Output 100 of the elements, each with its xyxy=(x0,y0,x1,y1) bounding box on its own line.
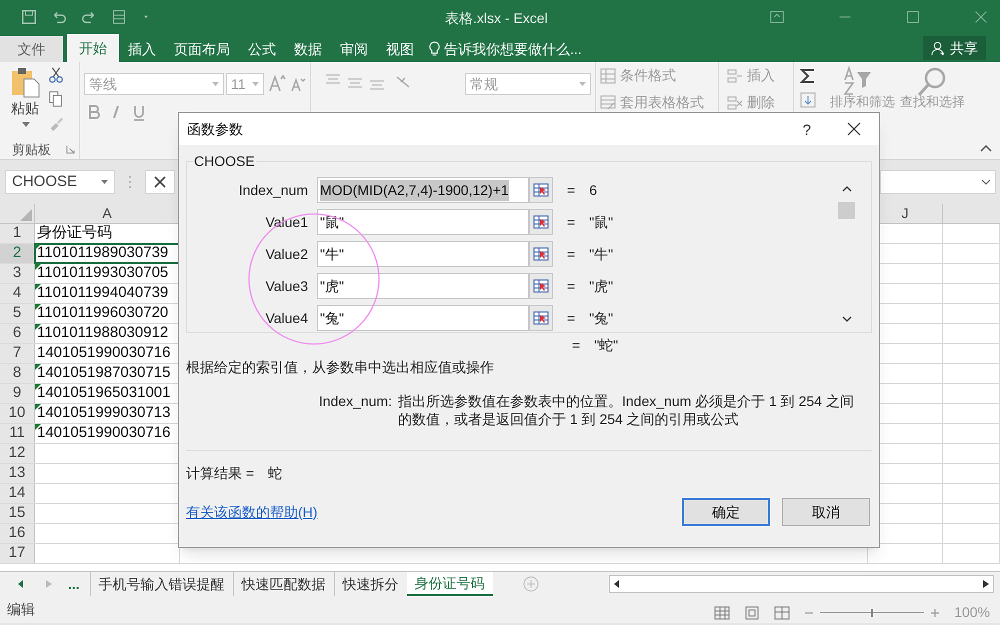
scroll-left-icon[interactable] xyxy=(614,580,620,588)
group-label: 剪贴板 xyxy=(12,141,51,159)
copy-icon[interactable] xyxy=(47,90,65,108)
dialog-launcher-icon[interactable] xyxy=(66,145,75,154)
collapse-dialog-button[interactable] xyxy=(529,305,553,331)
dropdown-arrow-icon[interactable] xyxy=(252,82,259,86)
sheet-tab[interactable]: 身份证号码 xyxy=(406,572,493,596)
insert-rows-icon xyxy=(727,68,743,84)
row-header[interactable]: 7 xyxy=(0,344,35,363)
page-break-icon[interactable] xyxy=(774,606,790,620)
zoom-slider[interactable] xyxy=(820,606,924,618)
cancel-icon[interactable] xyxy=(154,176,166,188)
row-header[interactable]: 15 xyxy=(0,504,35,523)
collapse-dialog-button[interactable] xyxy=(529,209,553,235)
scrollbar-thumb[interactable] xyxy=(838,202,855,218)
ribbon-tab[interactable]: 视图 xyxy=(377,36,423,62)
row-header[interactable]: 12 xyxy=(0,444,35,463)
normal-view-icon[interactable] xyxy=(714,606,730,620)
paste-button[interactable]: 粘贴 xyxy=(8,66,42,119)
collapse-dialog-button[interactable] xyxy=(529,273,553,299)
tell-me-field[interactable]: 告诉我你想要做什么... xyxy=(444,38,582,60)
align-bottom-icon[interactable] xyxy=(369,78,385,90)
grip-icon xyxy=(128,175,132,189)
ribbon-tab[interactable]: 开始 xyxy=(67,34,119,62)
scroll-up-icon[interactable] xyxy=(842,186,852,192)
previous-sheet-icon[interactable] xyxy=(18,580,24,588)
formula-result: "蛇" xyxy=(594,336,618,354)
save-icon[interactable] xyxy=(20,8,38,26)
bold-icon[interactable] xyxy=(88,105,100,119)
autosum-icon[interactable] xyxy=(800,68,816,84)
row-header[interactable]: 13 xyxy=(0,464,35,483)
horizontal-scrollbar[interactable] xyxy=(608,575,994,593)
next-sheet-icon[interactable] xyxy=(46,580,52,588)
row-header[interactable]: 16 xyxy=(0,524,35,543)
close-icon[interactable] xyxy=(847,122,861,136)
row-header[interactable]: 8 xyxy=(0,364,35,383)
scissors-icon[interactable] xyxy=(47,66,65,84)
dialog-button[interactable]: 确定 xyxy=(682,498,770,526)
argument-field[interactable]: "虎" xyxy=(317,273,529,299)
grow-font-icon[interactable] xyxy=(268,74,286,92)
italic-icon[interactable] xyxy=(110,105,122,119)
table-cell: 1101011988030912 xyxy=(37,324,168,343)
column-header[interactable]: J xyxy=(902,204,908,224)
help-button[interactable]: ? xyxy=(802,120,811,142)
function-description: 根据给定的索引值，从参数串中选出相应值或操作 xyxy=(186,358,495,377)
column-header[interactable]: A xyxy=(102,204,112,224)
argument-field[interactable]: "牛" xyxy=(317,241,529,267)
dropdown-arrow-icon[interactable] xyxy=(212,82,219,86)
dialog-button[interactable]: 取消 xyxy=(782,498,870,526)
ribbon-tab[interactable]: 插入 xyxy=(119,36,165,62)
ribbon-tab[interactable]: 文件 xyxy=(0,36,63,62)
zoom-slider-thumb[interactable] xyxy=(871,608,874,616)
name-box[interactable]: CHOOSE xyxy=(5,170,115,194)
argument-field[interactable]: "兔" xyxy=(317,305,529,331)
form-icon[interactable] xyxy=(110,8,128,26)
row-header[interactable]: 9 xyxy=(0,384,35,403)
ribbon-tab[interactable]: 页面布局 xyxy=(165,36,239,62)
expand-icon[interactable] xyxy=(981,179,991,185)
table-cell: 1401051987030715 xyxy=(37,364,170,383)
row-header[interactable]: 5 xyxy=(0,304,35,323)
row-header[interactable]: 11 xyxy=(0,424,35,443)
dropdown-arrow-icon[interactable] xyxy=(22,122,30,128)
argument-field[interactable]: MOD(MID(A2,7,4)-1900,12)+1 xyxy=(317,177,529,203)
collapse-dialog-button[interactable] xyxy=(529,241,553,267)
scroll-down-icon[interactable] xyxy=(842,316,852,322)
select-all-icon[interactable] xyxy=(20,209,32,221)
share-button[interactable]: 共享 xyxy=(923,36,986,60)
sort-filter-icon[interactable] xyxy=(842,66,874,96)
ribbon-display-icon[interactable] xyxy=(768,8,786,26)
ribbon-tab[interactable]: 数据 xyxy=(285,36,331,62)
maximize-icon[interactable] xyxy=(904,8,922,26)
ribbon-tab[interactable]: 审阅 xyxy=(331,36,377,62)
argument-label: Index_num xyxy=(238,180,309,200)
row-header[interactable]: 4 xyxy=(0,284,35,303)
row-header[interactable]: 14 xyxy=(0,484,35,503)
row-header[interactable]: 17 xyxy=(0,544,35,563)
help-link[interactable]: 有关该函数的帮助(H) xyxy=(186,502,318,522)
dropdown-arrow-icon[interactable] xyxy=(101,180,108,184)
ribbon-tab[interactable]: 公式 xyxy=(239,36,285,62)
shrink-font-icon[interactable] xyxy=(290,76,306,92)
row-header[interactable]: 2 xyxy=(0,244,35,263)
dropdown-arrow-icon[interactable] xyxy=(579,82,586,86)
orientation-icon[interactable] xyxy=(395,74,411,90)
fill-down-icon[interactable] xyxy=(800,92,816,108)
row-header[interactable]: 3 xyxy=(0,264,35,283)
row-header[interactable]: 1 xyxy=(0,224,35,243)
more-sheets-button[interactable]: ... xyxy=(68,572,80,596)
table-cell: 身份证号码 xyxy=(37,224,112,243)
collapse-dialog-button[interactable] xyxy=(529,177,553,203)
collapse-ribbon-icon[interactable] xyxy=(980,144,992,152)
align-middle-icon[interactable] xyxy=(347,76,363,88)
align-top-icon[interactable] xyxy=(325,74,341,86)
page-layout-icon[interactable] xyxy=(744,606,760,620)
row-header[interactable]: 6 xyxy=(0,324,35,343)
underline-icon[interactable] xyxy=(132,105,146,121)
zoom-in-icon[interactable] xyxy=(930,606,940,618)
formula-field[interactable] xyxy=(880,170,996,194)
scroll-right-icon[interactable] xyxy=(982,580,989,588)
add-sheet-icon[interactable] xyxy=(522,576,539,592)
row-header[interactable]: 10 xyxy=(0,404,35,423)
